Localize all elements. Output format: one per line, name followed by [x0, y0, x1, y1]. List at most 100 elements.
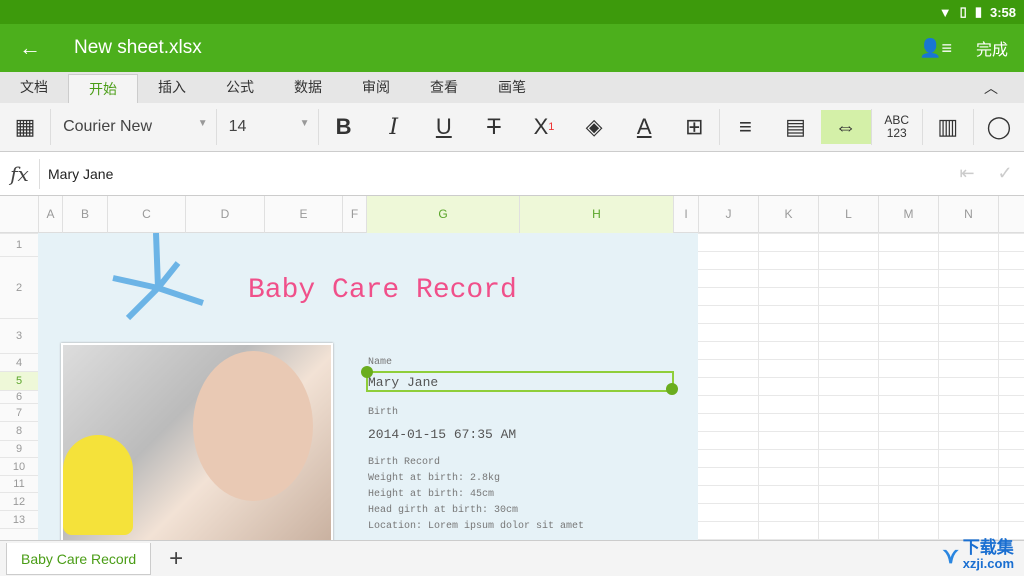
sheet-tab-bar: Baby Care Record +: [0, 540, 1024, 576]
watermark-logo: ⋎ 下载集 xzji.com: [942, 538, 1014, 572]
row-header[interactable]: 6: [0, 390, 38, 403]
ribbon-tabs: 文档 开始 插入 公式 数据 审阅 查看 画笔 ︿: [0, 72, 1024, 103]
name-label: Name: [368, 357, 393, 368]
column-header[interactable]: K: [758, 196, 818, 233]
column-header[interactable]: A: [38, 196, 62, 233]
app-bar: ← New sheet.xlsx 👤≡ 完成: [0, 24, 1024, 72]
column-header[interactable]: E: [264, 196, 342, 233]
file-title: New sheet.xlsx: [74, 37, 202, 58]
tab-pen[interactable]: 画笔: [478, 72, 546, 103]
column-headers: A B C D E F G H I J K L M N: [0, 196, 1024, 233]
location-cell[interactable]: Location: Lorem ipsum dolor sit amet: [368, 521, 584, 532]
row-header[interactable]: 11: [0, 475, 38, 492]
tab-home[interactable]: 开始: [68, 74, 138, 103]
formula-bar: fx Mary Jane ⇤ ✓: [0, 152, 1024, 196]
clock: 3:58: [989, 4, 1016, 20]
row-header[interactable]: 5: [0, 371, 38, 390]
row-header[interactable]: 1: [0, 233, 38, 256]
record-label: Birth Record: [368, 457, 441, 468]
column-header[interactable]: I: [673, 196, 698, 233]
status-bar: ▼ ▯ ▮ 3:58: [0, 0, 1024, 24]
font-size: 14: [228, 118, 247, 135]
arrow-left-icon[interactable]: ←: [0, 35, 60, 61]
row-header[interactable]: 8: [0, 421, 38, 440]
tab-data[interactable]: 数据: [274, 72, 342, 103]
selection-handle[interactable]: [361, 366, 373, 378]
toolbar: ▦ Courier New ▼ 14 ▼ B I U T X1 ◈ A ⊞ ≡ ▤ …: [0, 103, 1024, 152]
watermark-text: 下载集: [962, 538, 1014, 557]
duck-image: [63, 435, 133, 535]
birth-label: Birth: [368, 407, 399, 418]
row-header[interactable]: 9: [0, 440, 38, 457]
font-color-icon[interactable]: A: [619, 110, 669, 144]
wrap-icon[interactable]: ⇤: [948, 163, 986, 184]
selection-handle[interactable]: [666, 383, 678, 395]
watermark-url: xzji.com: [962, 556, 1014, 571]
row-header[interactable]: 10: [0, 457, 38, 475]
num-label: 123: [886, 126, 907, 140]
column-header[interactable]: J: [698, 196, 758, 233]
tab-view[interactable]: 查看: [410, 72, 478, 103]
chevron-up-icon[interactable]: ︿: [984, 78, 998, 98]
watermark-logo-icon: ⋎: [942, 543, 959, 568]
more-icon[interactable]: ◯: [974, 110, 1024, 144]
column-header[interactable]: N: [938, 196, 998, 233]
baby-care-template: Baby Care Record Name Mary Jane Birth 20…: [38, 233, 698, 540]
tab-review[interactable]: 审阅: [342, 72, 410, 103]
column-header[interactable]: D: [185, 196, 264, 233]
align-left-icon[interactable]: ≡: [720, 110, 770, 144]
column-header[interactable]: M: [878, 196, 938, 233]
row-header[interactable]: [0, 528, 38, 540]
weight-cell[interactable]: Weight at birth: 2.8kg: [368, 473, 500, 484]
column-header[interactable]: F: [342, 196, 366, 233]
baby-photo: [61, 343, 333, 540]
tab-document[interactable]: 文档: [0, 72, 68, 103]
column-header[interactable]: G: [366, 196, 519, 233]
tab-insert[interactable]: 插入: [138, 72, 206, 103]
strikethrough-icon[interactable]: T: [469, 110, 519, 144]
height-cell[interactable]: Height at birth: 45cm: [368, 489, 494, 500]
tab-formula[interactable]: 公式: [206, 72, 274, 103]
wifi-icon: ▼: [938, 4, 952, 20]
caret-down-icon: ▼: [197, 118, 208, 129]
superscript-icon[interactable]: X1: [519, 110, 569, 144]
conditional-format-icon[interactable]: ▥: [923, 110, 973, 144]
superscript-label: 1: [548, 121, 555, 133]
column-header[interactable]: C: [107, 196, 185, 233]
row-header[interactable]: 3: [0, 318, 38, 353]
bold-icon[interactable]: B: [319, 110, 369, 144]
column-header[interactable]: [998, 196, 1024, 233]
cell-format-icon[interactable]: ▦: [0, 110, 50, 144]
column-header[interactable]: B: [62, 196, 107, 233]
head-cell[interactable]: Head girth at birth: 30cm: [368, 505, 518, 516]
fit-width-icon[interactable]: ⇔: [820, 110, 871, 144]
done-button[interactable]: 完成: [976, 36, 1008, 60]
wrap-text-icon[interactable]: ▤: [770, 110, 820, 144]
no-sim-icon: ▯: [959, 4, 967, 19]
check-icon[interactable]: ✓: [986, 163, 1024, 184]
row-header[interactable]: 7: [0, 403, 38, 421]
font-select[interactable]: Courier New ▼: [51, 118, 216, 136]
add-sheet-icon[interactable]: +: [169, 545, 183, 573]
birth-cell[interactable]: 2014-01-15 67:35 AM: [368, 427, 516, 442]
row-header[interactable]: 4: [0, 353, 38, 371]
sheet-tab[interactable]: Baby Care Record: [6, 542, 152, 575]
baby-face-image: [193, 351, 313, 501]
row-header[interactable]: 2: [0, 256, 38, 318]
underline-icon[interactable]: U: [419, 110, 469, 144]
column-header[interactable]: L: [818, 196, 878, 233]
borders-icon[interactable]: ⊞: [669, 110, 719, 144]
formula-input[interactable]: Mary Jane: [48, 166, 948, 182]
font-size-select[interactable]: 14 ▼: [217, 118, 318, 136]
number-format-icon[interactable]: ABC 123: [872, 110, 922, 144]
italic-icon[interactable]: I: [369, 110, 419, 144]
column-header[interactable]: H: [519, 196, 673, 233]
row-header[interactable]: 12: [0, 492, 38, 510]
font-name: Courier New: [63, 118, 152, 135]
caret-down-icon: ▼: [299, 118, 310, 129]
row-header[interactable]: 13: [0, 510, 38, 528]
share-user-icon[interactable]: 👤≡: [919, 38, 952, 59]
sheet-title: Baby Care Record: [248, 275, 517, 306]
fill-color-icon[interactable]: ◈: [569, 110, 619, 144]
cell-selection[interactable]: [366, 371, 674, 392]
